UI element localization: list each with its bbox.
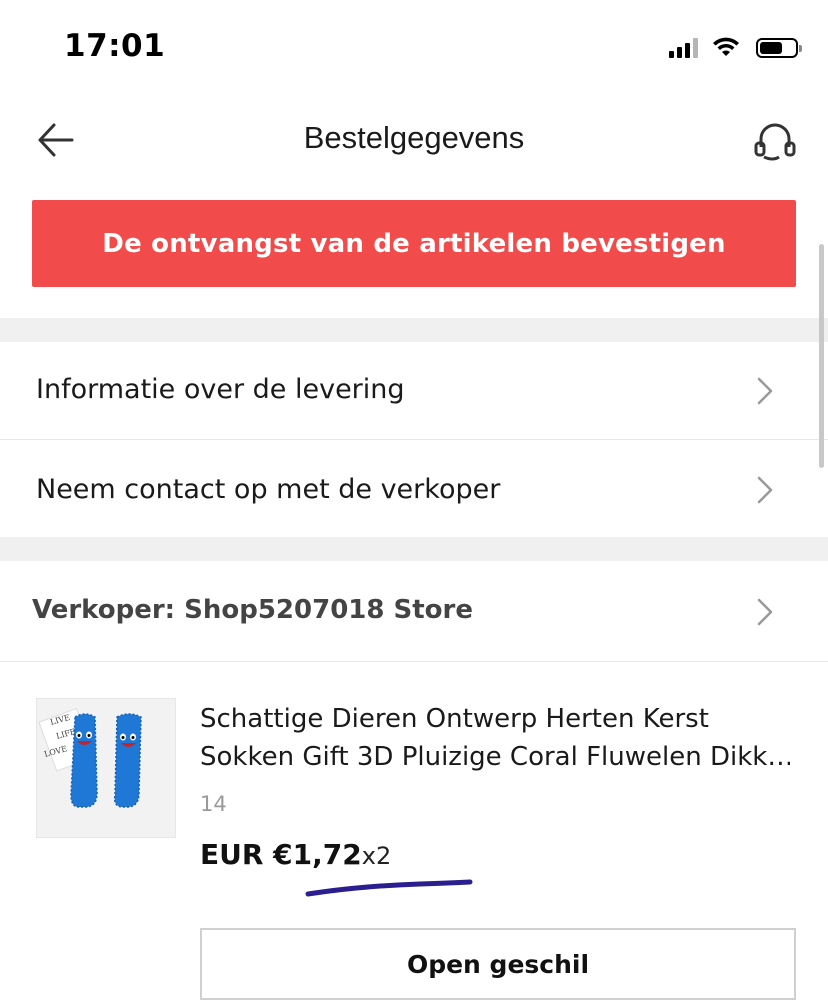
scrollbar[interactable] <box>819 244 824 468</box>
nav-header: Bestelgegevens <box>0 100 828 180</box>
chevron-right-icon <box>757 476 773 504</box>
product-title[interactable]: Schattige Dieren Ontwerp Herten Kerst So… <box>200 700 790 776</box>
product-price: EUR €1,72 <box>200 838 362 871</box>
wifi-icon <box>713 37 739 56</box>
handwritten-underline <box>305 879 473 897</box>
contact-seller-label: Neem contact op met de verkoper <box>36 474 501 505</box>
product-title-line1: Schattige Dieren Ontwerp Herten Kerst <box>200 704 709 734</box>
page-title: Bestelgegevens <box>303 120 525 155</box>
seller-name: Verkoper: Shop5207018 Store <box>32 595 473 625</box>
divider <box>0 661 828 662</box>
section-separator <box>0 537 828 561</box>
contact-seller-row[interactable]: Neem contact op met de verkoper <box>0 440 828 537</box>
product-title-line2: Sokken Gift 3D Pluizige Coral Fluwelen D… <box>200 742 790 772</box>
status-icons <box>669 36 802 58</box>
price-line: EUR €1,72 x2 <box>200 838 391 871</box>
seller-row[interactable]: Verkoper: Shop5207018 Store <box>0 561 828 661</box>
status-time: 17:01 <box>64 28 166 64</box>
section-separator <box>0 318 828 342</box>
product-image[interactable]: LIVE LIFE LOVE <box>36 698 176 838</box>
battery-icon <box>756 38 802 58</box>
product-quantity: x2 <box>361 842 392 870</box>
chevron-right-icon <box>757 598 773 626</box>
chevron-right-icon <box>757 377 773 405</box>
confirm-receipt-button[interactable]: De ontvangst van de artikelen bevestigen <box>32 200 796 287</box>
status-bar: 17:01 <box>0 0 828 96</box>
open-dispute-button[interactable]: Open geschil <box>200 928 796 1000</box>
headset-icon <box>754 123 796 161</box>
product-variant: 14 <box>200 792 227 816</box>
socks-image: LIVE LIFE LOVE <box>37 699 175 837</box>
cellular-signal-icon <box>669 38 698 58</box>
delivery-info-row[interactable]: Informatie over de levering <box>0 342 828 440</box>
delivery-info-label: Informatie over de levering <box>36 374 405 405</box>
customer-service-button[interactable] <box>748 114 802 168</box>
